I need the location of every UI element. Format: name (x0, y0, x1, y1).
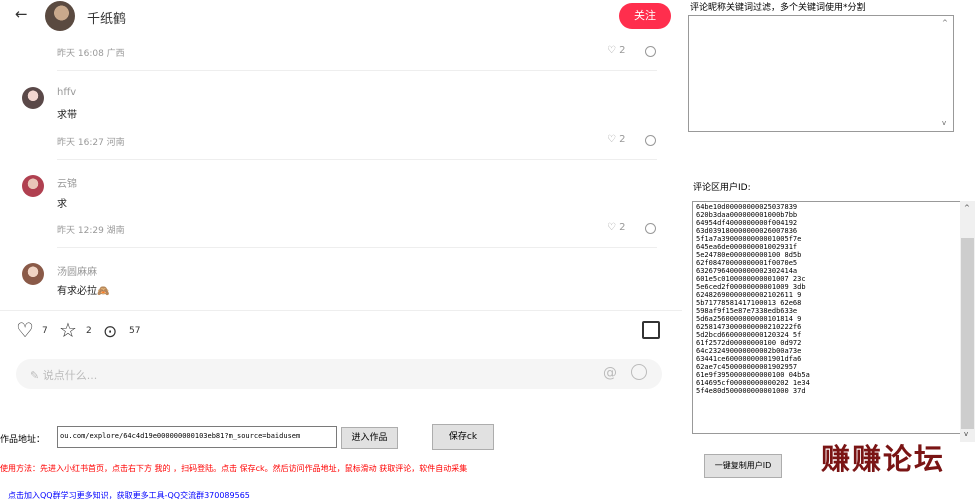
uid-scrollbar[interactable]: ^ v (960, 201, 975, 442)
uid-item: 62ae7c450000000001902957 (696, 363, 798, 371)
follow-button[interactable]: 关注 (619, 3, 671, 29)
share-icon[interactable] (642, 321, 660, 339)
uid-item: 5e24780e000000000100 8d5b (696, 251, 802, 259)
separator (57, 159, 657, 160)
comment-text: 有求必拉🙈 (57, 286, 110, 297)
star-icon[interactable]: ☆ (59, 320, 77, 340)
enter-work-button[interactable]: 进入作品 (341, 427, 398, 449)
reply-icon[interactable] (645, 46, 656, 57)
commenter-avatar[interactable] (22, 87, 44, 109)
mention-icon[interactable]: @ (603, 365, 617, 381)
like-count: 2 (619, 134, 626, 145)
post-pane: ← 千纸鹤 关注 昨天 16:08 广西 ♡ 2 hffv 求带 昨天 16:2… (0, 0, 682, 413)
author-name[interactable]: 千纸鹤 (87, 8, 126, 27)
keyword-filter-textarea[interactable]: ^ v (688, 15, 954, 132)
uid-item: 614695cf00000000000202 1e34 (696, 379, 810, 387)
uid-item: 601e5c0100000000001007 23c (696, 275, 806, 283)
scroll-thumb[interactable] (961, 238, 974, 429)
emoji-icon[interactable] (631, 364, 647, 380)
uid-item: 645ea6de000000001002931f (696, 243, 798, 251)
user-id-list[interactable]: 64be10d00000000025037839 620b3daa00000000… (692, 201, 962, 434)
commenter-name[interactable]: hffv (57, 87, 76, 98)
comment-meta: 昨天 12:29 湖南 (57, 226, 125, 236)
uid-item: 62f08470000000001f0070e5 (696, 259, 798, 267)
uid-item: 5e6ced2f00000000001009 3db (696, 283, 806, 291)
comment-text: 求带 (57, 110, 77, 121)
comment-meta: 昨天 16:08 广西 (57, 49, 125, 59)
commenter-avatar[interactable] (22, 263, 44, 285)
uid-item: 5b71778581417100013 62e68 (696, 299, 802, 307)
comment-icon[interactable]: ⊙ (103, 322, 117, 342)
uid-item: 63d039180000000026007836 (696, 227, 798, 235)
uid-items: 64be10d00000000025037839 620b3daa00000000… (696, 203, 810, 395)
like-total: 7 (42, 326, 48, 336)
comment-total: 57 (129, 326, 141, 336)
scroll-down-icon[interactable]: v (942, 119, 946, 127)
uid-item: 64be10d00000000025037839 (696, 203, 798, 211)
placeholder-text: 说点什么... (42, 369, 98, 382)
save-ck-button[interactable]: 保存ck (432, 424, 494, 450)
reply-icon[interactable] (645, 135, 656, 146)
comment-like[interactable]: ♡ 2 (607, 45, 626, 56)
separator (57, 70, 657, 71)
uid-item: 5f1a7a3900000000001005f7e (696, 235, 802, 243)
scroll-up-icon[interactable]: ^ (964, 204, 970, 212)
author-avatar[interactable] (45, 1, 75, 31)
reply-icon[interactable] (645, 223, 656, 234)
uid-item: 64c232490000000002b00a73e (696, 347, 802, 355)
uid-item: 5d2bcd6600000000120324 5f (696, 331, 802, 339)
like-count: 2 (619, 45, 626, 56)
scroll-down-icon[interactable]: v (964, 430, 968, 438)
scroll-up-icon[interactable]: ^ (942, 19, 948, 27)
work-url-input[interactable]: ou.com/explore/64c4d19e000000000103eb81?… (57, 426, 337, 448)
uid-item: 598af9f15e87e7338edb633e (696, 307, 798, 315)
watermark: 赚赚论坛 (821, 442, 946, 476)
uid-item: 63441ce60000000001901dfa6 (696, 355, 802, 363)
comment-like[interactable]: ♡ 2 (607, 134, 626, 145)
usage-instructions: 使用方法：先进入小红书首页，点击右下方 我的 ，扫码登陆。点击 保存ck。然后访… (0, 464, 468, 473)
uid-item: 62581473000000000210222f6 (696, 323, 802, 331)
qq-group-link[interactable]: 点击加入QQ群学习更多知识，获取更多工具-QQ交流群370089565 (8, 490, 250, 501)
comment-text: 求 (57, 199, 67, 210)
comment-meta: 昨天 16:27 河南 (57, 138, 125, 148)
back-arrow-icon[interactable]: ← (15, 5, 28, 23)
collect-total: 2 (86, 326, 92, 336)
uid-item: 620b3daa000000001000b7bb (696, 211, 798, 219)
uid-item: 61f2572d00000000100 0d972 (696, 339, 802, 347)
heart-icon[interactable]: ♡ (16, 320, 34, 340)
separator (57, 247, 657, 248)
filter-label: 评论昵称关键词过滤，多个关键词使用*分割 (690, 3, 866, 13)
uid-item: 62482690000000002102611 9 (696, 291, 802, 299)
comment-placeholder: ✎ 说点什么... (30, 369, 98, 382)
post-header: ← 千纸鹤 关注 (0, 0, 682, 32)
uid-item: 61e9f3950000000000100 04b5a (696, 371, 810, 379)
like-count: 2 (619, 222, 626, 233)
work-url-value: ou.com/explore/64c4d19e000000000103eb81?… (60, 432, 301, 440)
comment-like[interactable]: ♡ 2 (607, 222, 626, 233)
commenter-name[interactable]: 汤圆麻麻 (57, 263, 97, 278)
uid-item: 5d6a2560000000000101814 9 (696, 315, 802, 323)
url-label: 作品地址： (0, 435, 46, 445)
commenter-avatar[interactable] (22, 175, 44, 197)
uid-item: 632679640000000023024​14a (696, 267, 798, 275)
uid-item: 64954df4000000000f004192 (696, 219, 798, 227)
uid-item: 5f4e80d500000000001000 37d (696, 387, 806, 395)
copy-uid-button[interactable]: 一键复制用户ID (704, 454, 782, 478)
comment-input[interactable]: ✎ 说点什么... @ (16, 359, 662, 389)
textarea-scrollbar[interactable]: ^ v (940, 17, 952, 130)
uid-label: 评论区用户ID: (693, 183, 751, 193)
commenter-name[interactable]: 云锦 (57, 175, 77, 190)
